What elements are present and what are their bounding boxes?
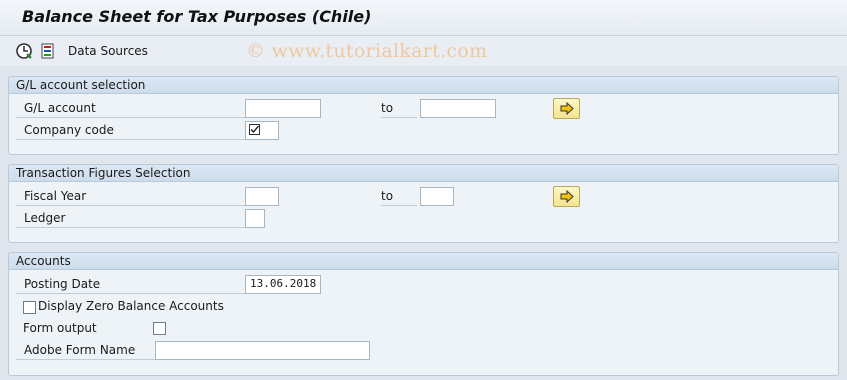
watermark: © www.tutorialkart.com — [246, 40, 488, 62]
accounts-group: Accounts Posting Date 13.06.2018 Display… — [8, 252, 839, 376]
posting-date-label: Posting Date — [16, 275, 245, 294]
fiscal-year-from-input[interactable] — [245, 187, 279, 206]
gl-account-to-label: to — [381, 99, 417, 118]
company-code-label: Company code — [16, 121, 245, 140]
page-title: Balance Sheet for Tax Purposes (Chile) — [22, 7, 372, 26]
group-header: Accounts — [9, 253, 838, 270]
zero-balance-label: Display Zero Balance Accounts — [38, 299, 224, 313]
arrow-right-icon — [560, 102, 574, 115]
clock-execute-icon[interactable] — [15, 42, 33, 60]
selection-options-icon[interactable] — [39, 42, 57, 60]
title-bar: Balance Sheet for Tax Purposes (Chile) — [0, 0, 847, 36]
zero-balance-checkbox[interactable] — [23, 301, 36, 314]
gl-account-from-input[interactable] — [245, 99, 321, 118]
gl-account-label: G/L account — [16, 99, 245, 118]
fiscal-year-multiple-selection-button[interactable] — [553, 186, 580, 207]
data-sources-button[interactable]: Data Sources — [68, 44, 148, 58]
adobe-form-name-label: Adobe Form Name — [16, 341, 155, 360]
arrow-right-icon — [560, 190, 574, 203]
gl-account-multiple-selection-button[interactable] — [553, 98, 580, 119]
company-code-match-icon — [249, 124, 262, 137]
group-header: G/L account selection — [9, 77, 838, 94]
fiscal-year-to-label: to — [381, 187, 417, 206]
application-toolbar: Data Sources © www.tutorialkart.com — [0, 36, 847, 66]
posting-date-input[interactable]: 13.06.2018 — [245, 275, 321, 294]
group-header: Transaction Figures Selection — [9, 165, 838, 182]
fiscal-year-label: Fiscal Year — [16, 187, 245, 206]
ledger-label: Ledger — [16, 209, 245, 228]
fiscal-year-to-input[interactable] — [420, 187, 454, 206]
gl-account-selection-group: G/L account selection G/L account to Com… — [8, 76, 839, 155]
adobe-form-name-input[interactable] — [155, 341, 370, 360]
gl-account-to-input[interactable] — [420, 99, 496, 118]
transaction-figures-selection-group: Transaction Figures Selection Fiscal Yea… — [8, 164, 839, 243]
form-output-checkbox[interactable] — [153, 322, 166, 335]
ledger-input[interactable] — [245, 209, 265, 228]
form-output-label: Form output — [23, 321, 97, 335]
